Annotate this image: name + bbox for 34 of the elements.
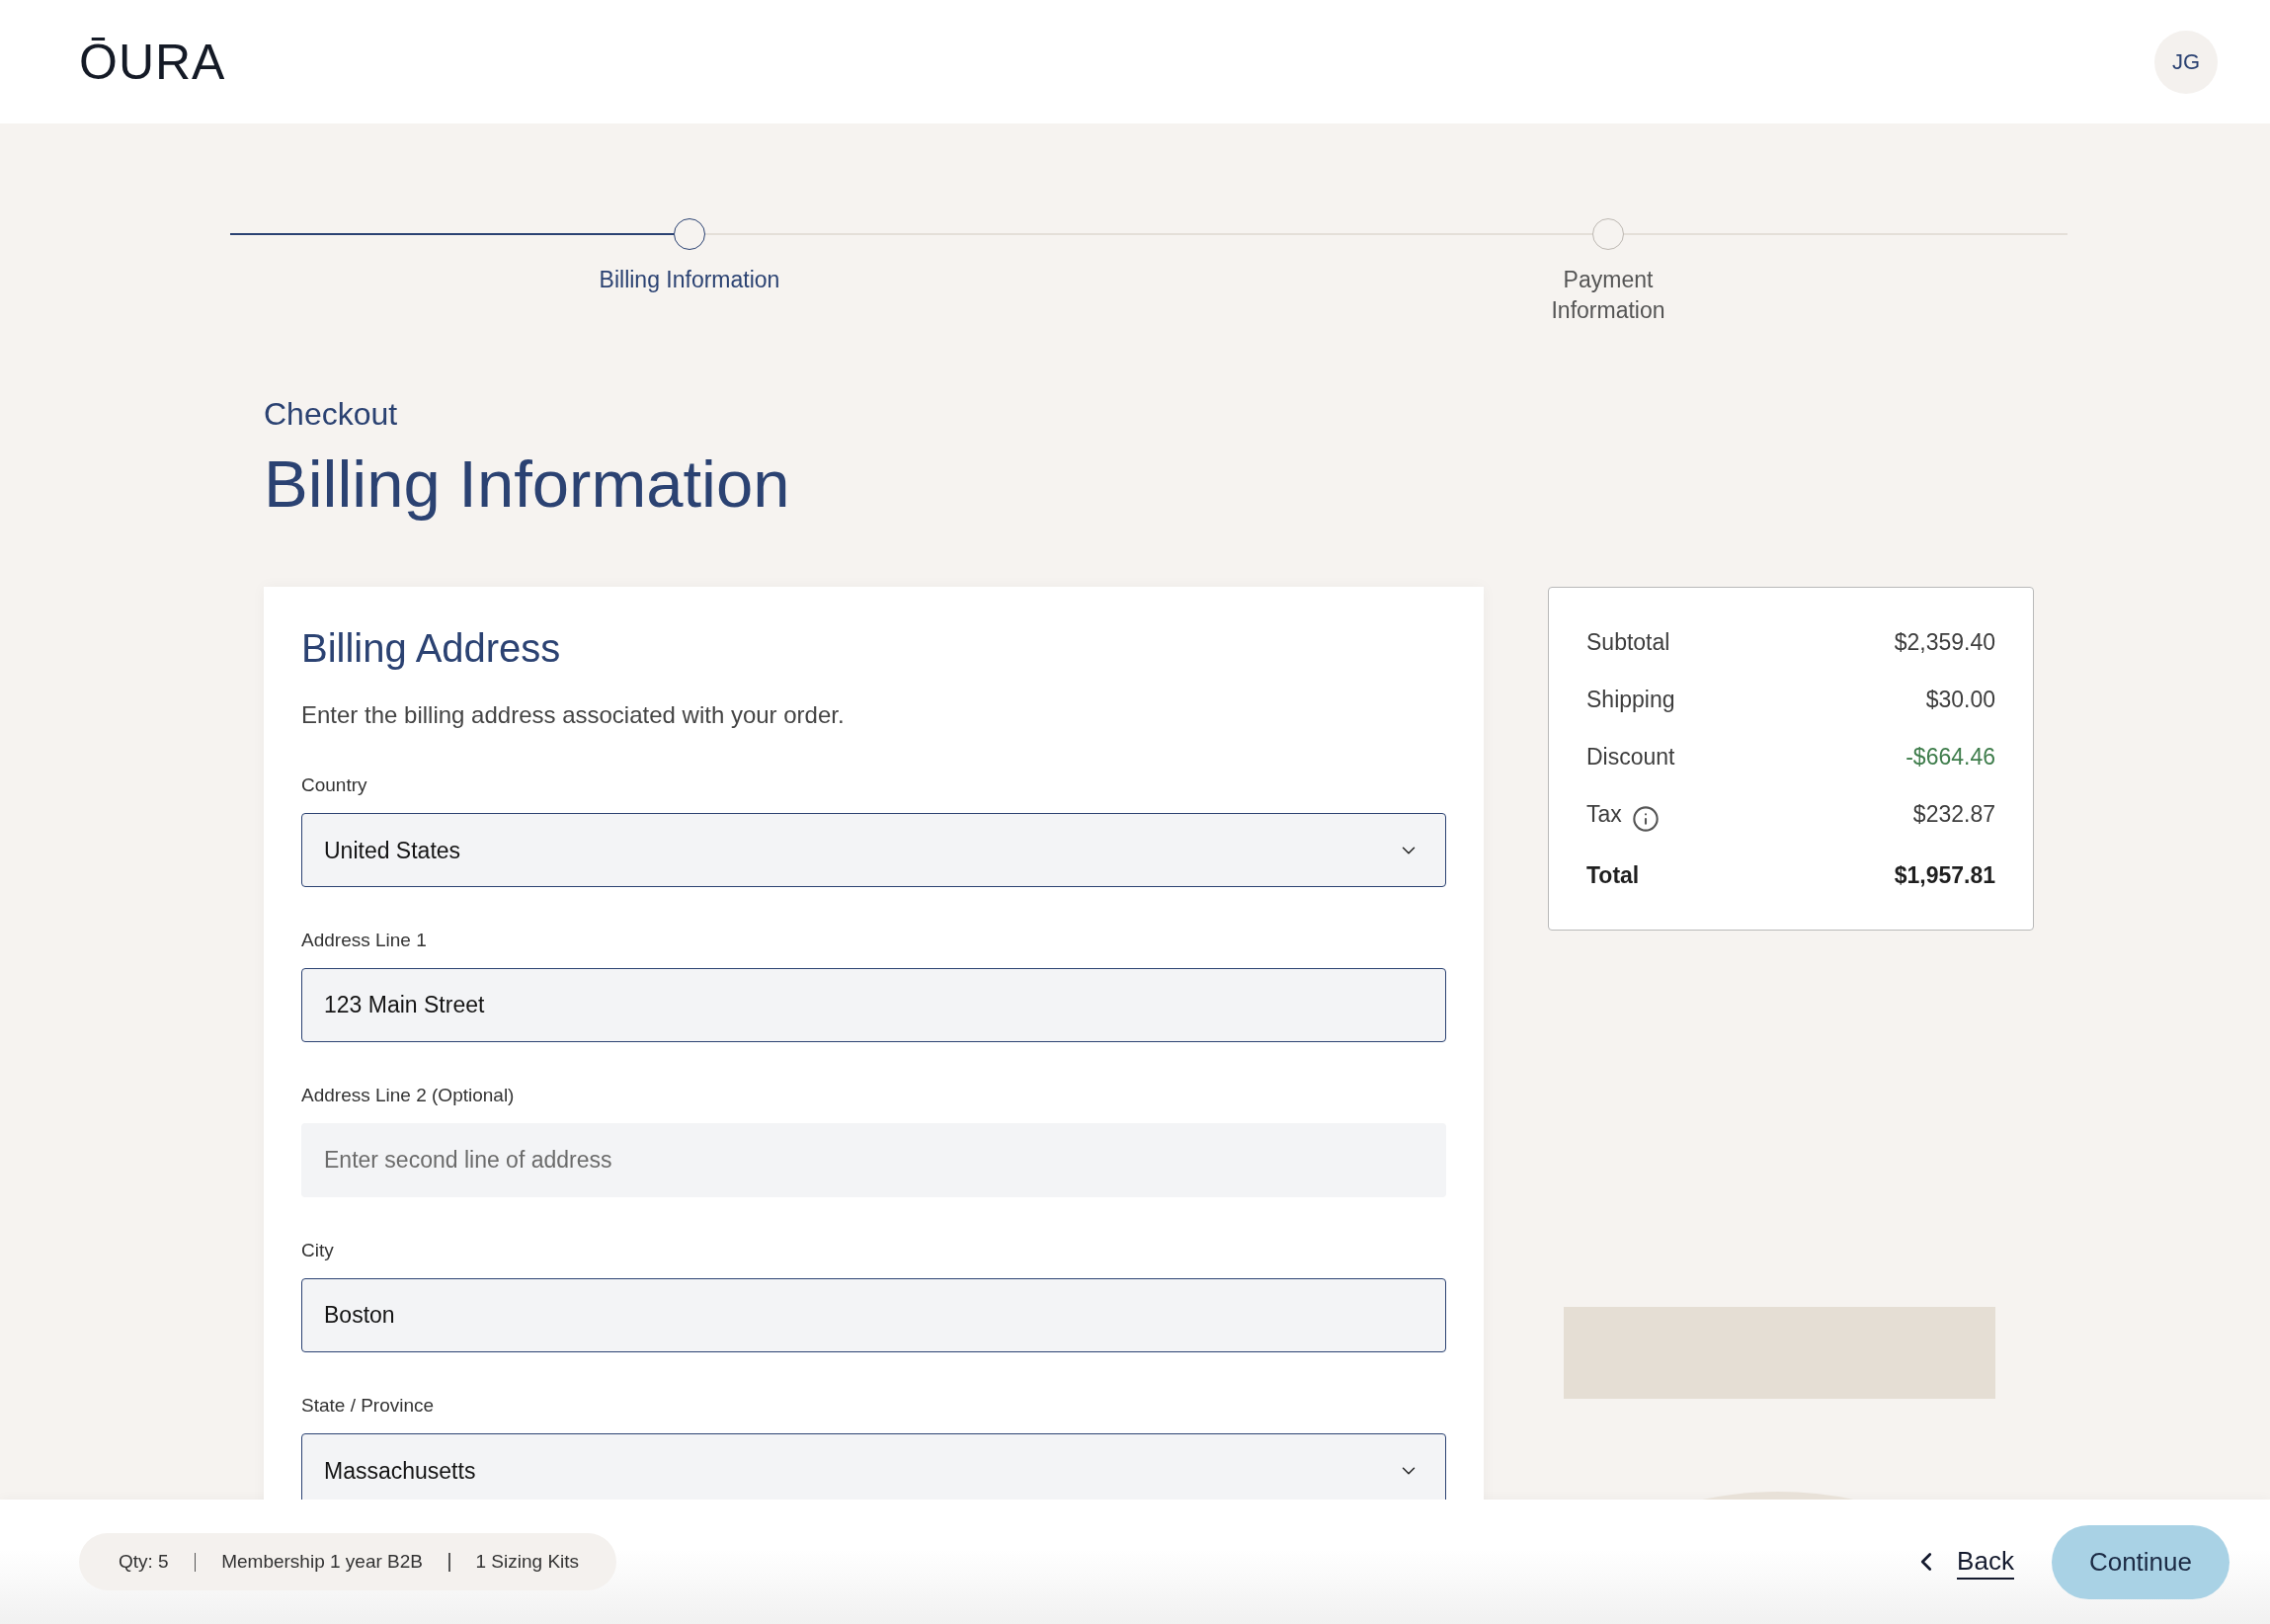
summary-value: $232.87 (1912, 800, 1995, 829)
order-item-text: Qty: 5 (119, 1550, 169, 1574)
summary-label: Discount (1586, 743, 1675, 771)
field-label: State / Province (301, 1394, 436, 1418)
field-label: Address Line 2 (Optional) (301, 1084, 516, 1107)
step-label: Billing Information (599, 266, 780, 294)
summary-value: $30.00 (1925, 686, 1995, 714)
step-label: Payment Information (1550, 266, 1666, 325)
avatar-button[interactable]: JG (2154, 30, 2218, 94)
select-field[interactable]: Massachusetts (301, 1433, 1446, 1500)
summary-value: -$664.46 (1905, 743, 1995, 771)
page-title: Billing Information (264, 448, 791, 520)
select-field[interactable]: United States (301, 813, 1446, 887)
info-icon[interactable] (1631, 805, 1660, 833)
order-item-text: Membership 1 year B2B (221, 1550, 423, 1574)
summary-label: Subtotal (1586, 628, 1670, 657)
logo[interactable]: ŌURA (79, 34, 226, 90)
input-field[interactable]: Boston (301, 1278, 1446, 1352)
field-label: Country (301, 773, 368, 797)
summary-label: Total (1586, 861, 1640, 890)
breadcrumb-text: Checkout (264, 395, 399, 433)
summary-value: $2,359.40 (1894, 628, 1995, 657)
summary-value: $1,957.81 (1894, 861, 1995, 890)
field-label: City (301, 1239, 335, 1262)
input-field[interactable]: Enter second line of address (301, 1123, 1446, 1197)
summary-label: Shipping (1586, 686, 1675, 714)
back-button[interactable]: Back (1911, 1544, 2014, 1580)
continue-button[interactable]: Continue (2051, 1524, 2229, 1599)
order-item-text: 1 Sizing Kits (475, 1550, 580, 1574)
input-field[interactable]: 123 Main Street (301, 968, 1446, 1042)
section-description: Enter the billing address associated with your order. (301, 700, 846, 730)
section-title: Billing Address (301, 625, 562, 672)
field-label: Address Line 1 (301, 929, 428, 952)
summary-label: Tax (1586, 800, 1622, 829)
